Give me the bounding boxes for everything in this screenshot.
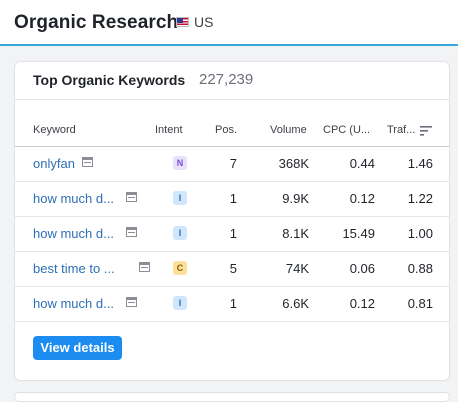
keywords-table: Keyword Intent Pos. Volume CPC (U... Tra… xyxy=(15,118,449,322)
column-pos[interactable]: Pos. xyxy=(215,124,237,136)
intent-badge: I xyxy=(173,296,187,310)
intent-badge: I xyxy=(173,191,187,205)
us-flag-icon xyxy=(176,17,189,27)
table-row[interactable]: best time to ... C 5 74K 0.06 0.88 xyxy=(15,252,449,287)
top-keywords-card: Top Organic Keywords 227,239 Keyword Int… xyxy=(14,61,450,381)
cpc-value: 0.12 xyxy=(349,191,375,206)
serp-features-icon[interactable] xyxy=(139,262,150,272)
traffic-value: 1.46 xyxy=(407,156,433,171)
table-row[interactable]: how much d... I 1 8.1K 15.49 1.00 xyxy=(15,217,449,252)
page-header: Organic Research US xyxy=(0,0,458,46)
position-value: 1 xyxy=(229,191,237,206)
table-row[interactable]: how much d... I 1 9.9K 0.12 1.22 xyxy=(15,182,449,217)
page-title: Organic Research xyxy=(14,12,179,33)
table-row[interactable]: onlyfan N 7 368K 0.44 1.46 xyxy=(15,147,449,182)
column-cpc[interactable]: CPC (U... xyxy=(323,124,370,136)
cpc-value: 15.49 xyxy=(342,226,375,241)
country-label: US xyxy=(194,14,214,30)
card-header: Top Organic Keywords 227,239 xyxy=(15,62,449,100)
keyword-count: 227,239 xyxy=(199,71,254,88)
volume-value: 368K xyxy=(278,156,309,171)
serp-features-icon[interactable] xyxy=(82,157,93,167)
position-value: 7 xyxy=(229,156,237,171)
serp-features-icon[interactable] xyxy=(126,227,137,237)
next-card-edge xyxy=(14,392,450,402)
intent-badge: I xyxy=(173,226,187,240)
keyword-link[interactable]: how much d... xyxy=(33,191,114,206)
volume-value: 9.9K xyxy=(282,191,309,206)
intent-badge: C xyxy=(173,261,187,275)
keyword-link[interactable]: best time to ... xyxy=(33,261,115,276)
table-header: Keyword Intent Pos. Volume CPC (U... Tra… xyxy=(15,118,449,147)
volume-value: 8.1K xyxy=(282,226,309,241)
view-details-button[interactable]: View details xyxy=(33,336,122,360)
volume-value: 6.6K xyxy=(282,296,309,311)
column-keyword[interactable]: Keyword xyxy=(33,124,76,136)
sort-icon[interactable] xyxy=(420,126,432,136)
column-volume[interactable]: Volume xyxy=(270,124,307,136)
cpc-value: 0.44 xyxy=(349,156,375,171)
cpc-value: 0.06 xyxy=(349,261,375,276)
traffic-value: 1.22 xyxy=(407,191,433,206)
volume-value: 74K xyxy=(285,261,309,276)
position-value: 5 xyxy=(229,261,237,276)
table-row[interactable]: how much d... I 1 6.6K 0.12 0.81 xyxy=(15,287,449,322)
traffic-value: 0.81 xyxy=(407,296,433,311)
card-title[interactable]: Top Organic Keywords xyxy=(33,72,185,88)
column-intent[interactable]: Intent xyxy=(155,124,183,136)
cpc-value: 0.12 xyxy=(349,296,375,311)
intent-badge: N xyxy=(173,156,187,170)
keyword-link[interactable]: how much d... xyxy=(33,226,114,241)
serp-features-icon[interactable] xyxy=(126,192,137,202)
position-value: 1 xyxy=(229,296,237,311)
column-traffic[interactable]: Traf... xyxy=(387,124,415,136)
traffic-value: 0.88 xyxy=(407,261,433,276)
position-value: 1 xyxy=(229,226,237,241)
keyword-link[interactable]: onlyfan xyxy=(33,156,75,171)
serp-features-icon[interactable] xyxy=(126,297,137,307)
traffic-value: 1.00 xyxy=(407,226,433,241)
keyword-link[interactable]: how much d... xyxy=(33,296,114,311)
